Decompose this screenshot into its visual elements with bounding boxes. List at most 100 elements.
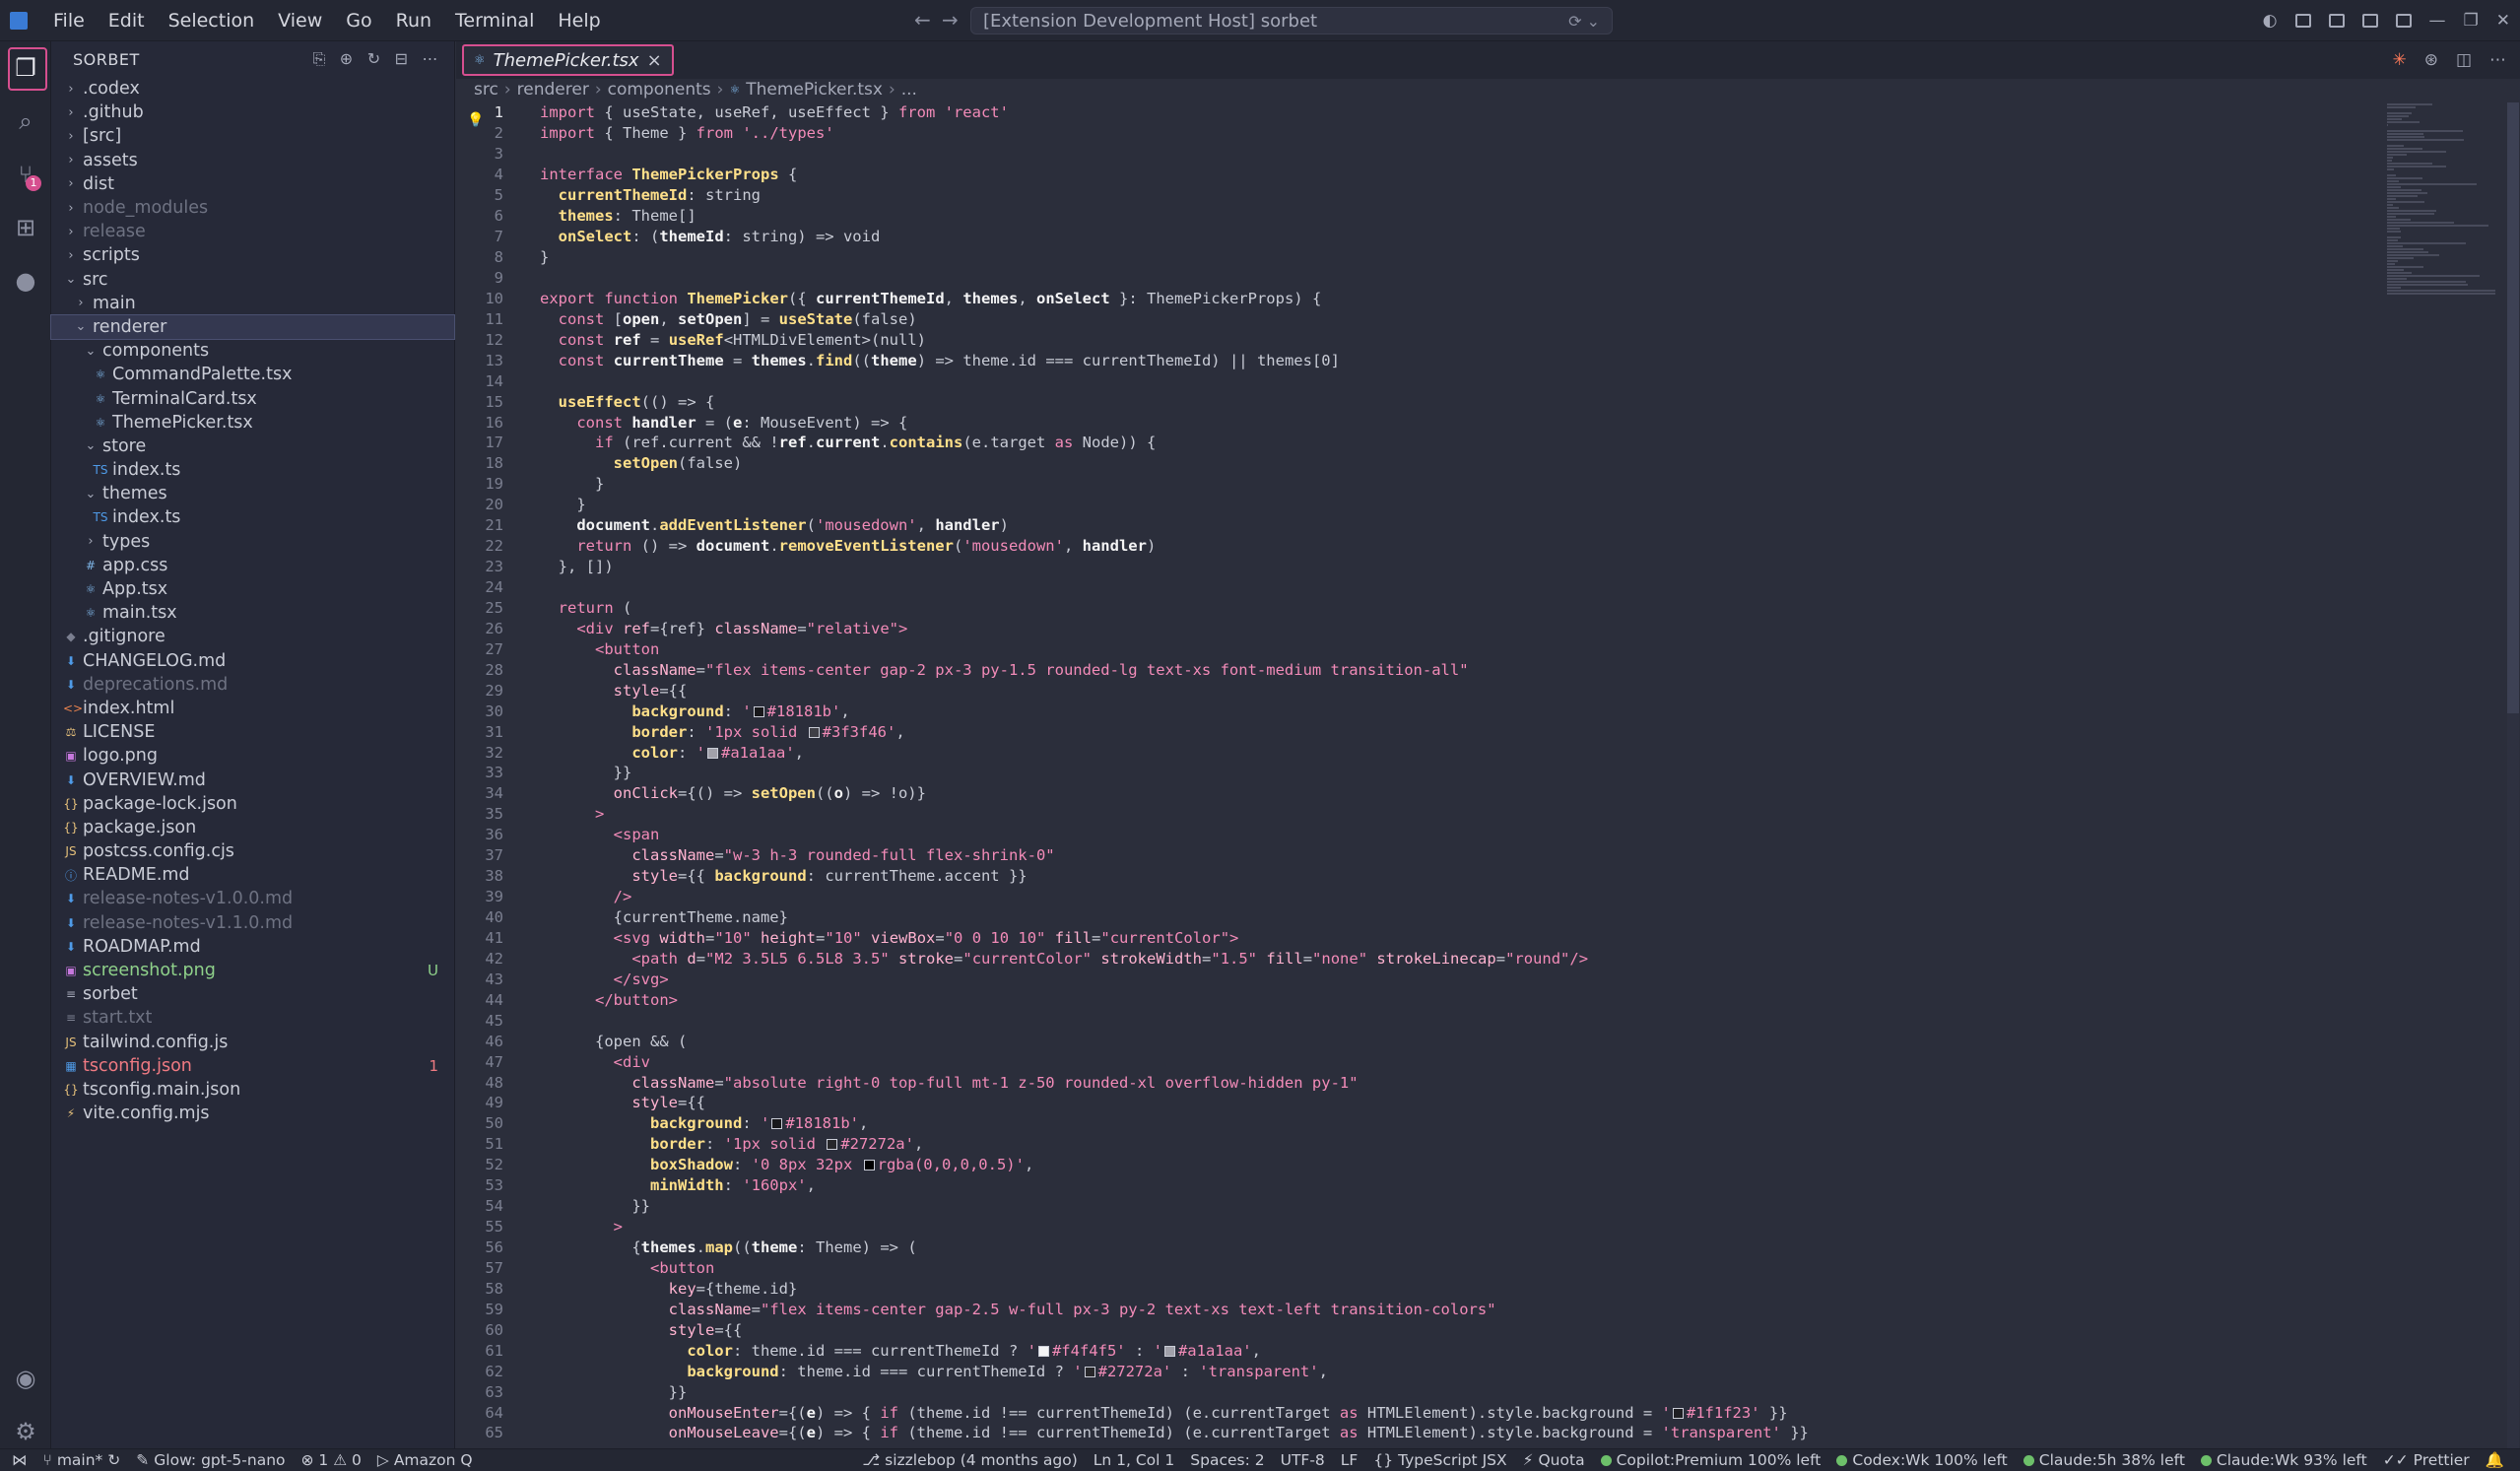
status-language[interactable]: {} TypeScript JSX xyxy=(1373,1451,1506,1469)
tree-file[interactable]: ⚖ LICENSE xyxy=(51,720,454,744)
copilot-chat-icon[interactable]: ⟳ ⌄ xyxy=(1568,12,1600,31)
tree-folder[interactable]: › types xyxy=(51,530,454,554)
account-icon[interactable]: ◉ xyxy=(0,1352,51,1405)
tree-file[interactable]: JS postcss.config.cjs xyxy=(51,839,454,863)
tree-folder[interactable]: ⌄ renderer xyxy=(50,313,455,341)
tree-file[interactable]: TS index.ts xyxy=(51,458,454,482)
tree-file[interactable]: ⬇ release-notes-v1.1.0.md xyxy=(51,911,454,935)
status-quota[interactable]: ⚡ Quota xyxy=(1523,1451,1585,1469)
tree-file[interactable]: # app.css xyxy=(51,554,454,577)
menu-selection[interactable]: Selection xyxy=(157,0,267,41)
new-file-icon[interactable]: ⎘ xyxy=(312,49,325,69)
breadcrumb-src[interactable]: src xyxy=(474,80,498,100)
color-swatch[interactable] xyxy=(1163,1345,1175,1357)
tree-folder[interactable]: › dist xyxy=(51,172,454,196)
new-folder-icon[interactable]: ⊕ xyxy=(340,49,354,69)
color-swatch[interactable] xyxy=(1672,1407,1684,1419)
tree-file[interactable]: ⚛ main.tsx xyxy=(51,601,454,625)
tree-file[interactable]: ⬇ CHANGELOG.md xyxy=(51,649,454,673)
status-encoding[interactable]: UTF-8 xyxy=(1281,1451,1325,1469)
color-swatch[interactable] xyxy=(753,705,764,717)
tree-folder[interactable]: › [src] xyxy=(51,124,454,148)
tree-file[interactable]: {} tsconfig.main.json xyxy=(51,1078,454,1102)
openai-icon[interactable]: ⊛ xyxy=(2424,50,2438,70)
tree-file[interactable]: ⚡ vite.config.mjs xyxy=(51,1102,454,1125)
tree-file[interactable]: ≡ sorbet xyxy=(51,982,454,1006)
editor-more-icon[interactable]: ⋯ xyxy=(2489,50,2506,70)
menu-file[interactable]: File xyxy=(41,0,97,41)
tree-file[interactable]: ⚛ CommandPalette.tsx xyxy=(51,363,454,386)
split-editor-icon[interactable]: ◫ xyxy=(2456,50,2472,70)
tab-close-icon[interactable]: × xyxy=(647,50,662,71)
more-actions-icon[interactable]: ⋯ xyxy=(423,49,439,69)
tree-file[interactable]: ▣ logo.png xyxy=(51,744,454,768)
status-blame[interactable]: ⎇ sizzlebop (4 months ago) xyxy=(862,1451,1077,1469)
menu-edit[interactable]: Edit xyxy=(97,0,157,41)
breadcrumb-components[interactable]: components xyxy=(608,80,711,100)
tree-file[interactable]: {} package.json xyxy=(51,816,454,839)
color-swatch[interactable] xyxy=(1084,1366,1095,1377)
minimize-icon[interactable]: — xyxy=(2429,11,2446,31)
color-swatch[interactable] xyxy=(863,1160,875,1171)
tree-file[interactable]: ▦ tsconfig.json 1 xyxy=(51,1054,454,1078)
status-glow[interactable]: ✎ Glow: gpt-5-nano xyxy=(136,1451,285,1469)
tree-folder[interactable]: › main xyxy=(51,292,454,315)
scrollbar-thumb[interactable] xyxy=(2507,102,2519,713)
maximize-icon[interactable]: ❐ xyxy=(2464,11,2479,31)
status-claude-wk[interactable]: Claude:Wk 93% left xyxy=(2200,1451,2367,1469)
status-codex[interactable]: Codex:Wk 100% left xyxy=(1836,1451,2008,1469)
status-branch[interactable]: ⑂ main* ↻ xyxy=(43,1451,121,1469)
tree-folder[interactable]: › .codex xyxy=(51,77,454,100)
color-swatch[interactable] xyxy=(808,726,820,738)
tab-themepicker[interactable]: ⚛ ThemePicker.tsx × xyxy=(462,44,674,76)
close-window-icon[interactable]: ✕ xyxy=(2496,11,2510,31)
explorer-icon[interactable]: ❐ xyxy=(0,41,51,95)
tree-file[interactable]: ⬇ release-notes-v1.0.0.md xyxy=(51,887,454,910)
tree-folder[interactable]: › release xyxy=(51,220,454,243)
tree-file[interactable]: ▣ screenshot.png U xyxy=(51,959,454,982)
source-control-icon[interactable]: ⑂ 1 xyxy=(0,148,51,201)
tree-file[interactable]: ⬇ OVERVIEW.md xyxy=(51,768,454,791)
breadcrumb-symbol[interactable]: ... xyxy=(901,80,917,100)
menu-help[interactable]: Help xyxy=(546,0,612,41)
minimap[interactable] xyxy=(2387,102,2505,1448)
tree-file[interactable]: ≡ start.txt xyxy=(51,1006,454,1030)
tree-file[interactable]: JS tailwind.config.js xyxy=(51,1031,454,1054)
toggle-secondary-sidebar-icon[interactable] xyxy=(2395,14,2412,28)
tree-folder[interactable]: › node_modules xyxy=(51,196,454,220)
tree-file[interactable]: {} package-lock.json xyxy=(51,792,454,816)
tree-file[interactable]: ⚛ App.tsx xyxy=(51,577,454,601)
tree-file[interactable]: ⚛ TerminalCard.tsx xyxy=(51,386,454,410)
menu-go[interactable]: Go xyxy=(334,0,383,41)
status-problems[interactable]: ⊗ 1 ⚠ 0 xyxy=(301,1451,362,1469)
status-eol[interactable]: LF xyxy=(1341,1451,1359,1469)
tree-folder[interactable]: ⌄ src xyxy=(51,268,454,292)
toggle-panel-icon[interactable] xyxy=(2361,14,2378,28)
remote-icon[interactable]: ⋈ xyxy=(12,1451,28,1469)
tree-file[interactable]: ⚛ ThemePicker.tsx xyxy=(51,411,454,435)
tree-file[interactable]: ⓘ README.md xyxy=(51,863,454,887)
status-copilot[interactable]: Copilot:Premium 100% left xyxy=(1600,1451,1821,1469)
accounts-theme-icon[interactable]: ◐ xyxy=(2263,11,2278,31)
color-swatch[interactable] xyxy=(771,1118,783,1130)
color-swatch[interactable] xyxy=(827,1139,838,1151)
customize-layout-icon[interactable] xyxy=(2294,14,2311,28)
tree-folder[interactable]: ⌄ components xyxy=(51,339,454,363)
tree-file[interactable]: ⬇ deprecations.md xyxy=(51,673,454,697)
color-swatch[interactable] xyxy=(707,747,719,759)
tree-folder[interactable]: › .github xyxy=(51,100,454,124)
notifications-bell-icon[interactable]: 🔔 xyxy=(2486,1451,2504,1469)
collapse-all-icon[interactable]: ⊟ xyxy=(395,49,409,69)
editor-scrollbar[interactable] xyxy=(2507,102,2519,1448)
claude-icon[interactable]: ✳ xyxy=(2392,50,2406,70)
color-swatch[interactable] xyxy=(1037,1345,1049,1357)
status-claude-5h[interactable]: Claude:5h 38% left xyxy=(2023,1451,2185,1469)
breadcrumb-file[interactable]: ThemePicker.tsx xyxy=(746,80,883,100)
forward-arrow-icon[interactable]: → xyxy=(934,8,966,32)
tree-folder[interactable]: › scripts xyxy=(51,243,454,267)
status-prettier[interactable]: ✓✓ Prettier xyxy=(2383,1451,2470,1469)
tree-folder[interactable]: ⌄ themes xyxy=(51,482,454,505)
command-center[interactable]: [Extension Development Host] sorbet ⟳ ⌄ xyxy=(970,7,1613,34)
tree-file[interactable]: ⬇ ROADMAP.md xyxy=(51,935,454,959)
menu-view[interactable]: View xyxy=(266,0,334,41)
